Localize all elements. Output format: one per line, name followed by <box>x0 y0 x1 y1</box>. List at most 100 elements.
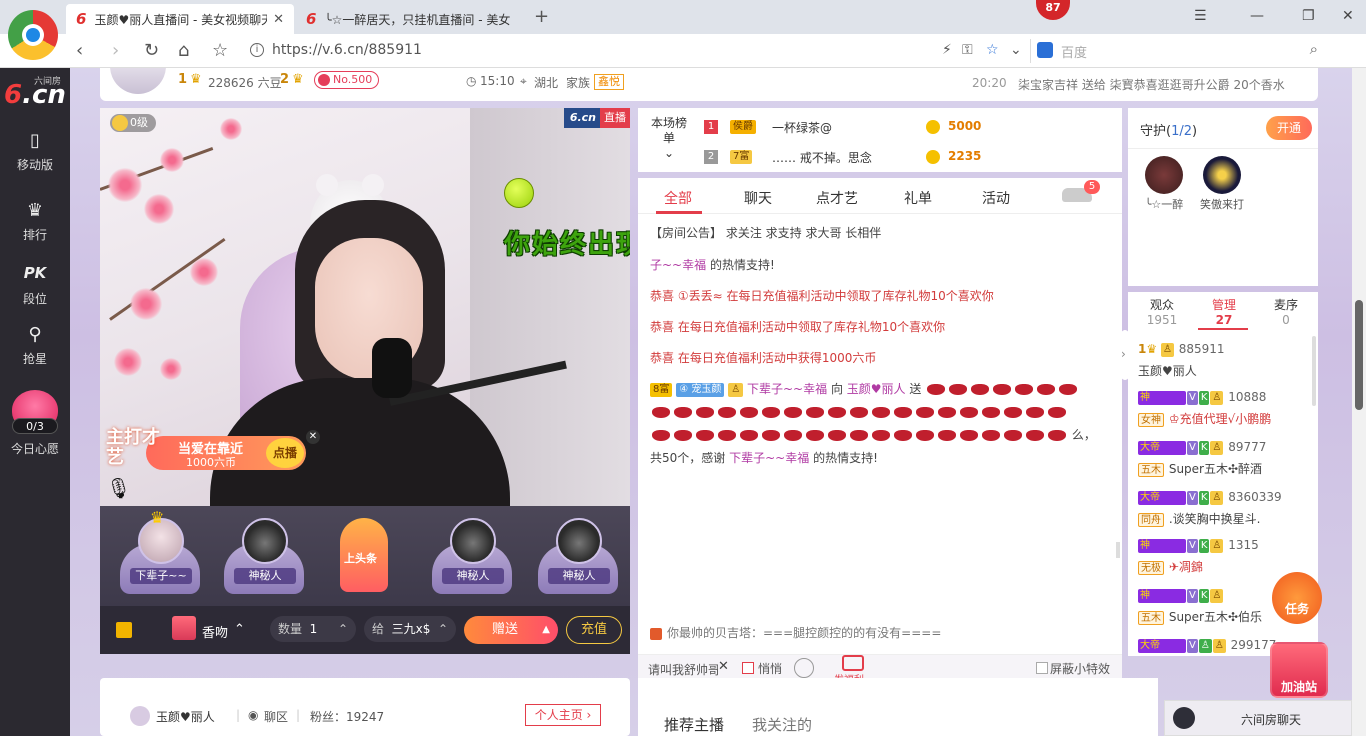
ranking-row[interactable]: 1 侯爵 一杯绿茶@ 5000 <box>704 118 1104 138</box>
back-arrow-icon[interactable]: ‹ <box>76 40 83 61</box>
shield-effects-checkbox[interactable] <box>1036 662 1048 674</box>
triangle-up-icon[interactable]: ▲ <box>542 616 550 644</box>
browser-tab-active[interactable]: 6 玉颜♥丽人直播间 - 美女视频聊天 ✕ <box>66 4 294 34</box>
minimize-button[interactable]: — <box>1250 8 1264 24</box>
lips-icon <box>1048 430 1066 441</box>
seat-4[interactable]: 神秘人 <box>532 514 624 598</box>
ranking-row[interactable]: 2 7富 …… 戒不掉。思念 2235 <box>704 148 1104 168</box>
close-icon[interactable]: ✕ <box>718 659 729 674</box>
lips-icon <box>718 430 736 441</box>
tab-following[interactable]: 我关注的 <box>752 714 812 735</box>
ranking-title[interactable]: 本场榜单 ⌄ <box>648 116 690 161</box>
gas-station-button[interactable]: 加油站 <box>1270 642 1328 698</box>
sidebar-item-mobile[interactable]: ▯ 移动版 <box>0 130 70 173</box>
gift-name[interactable]: 香吻 <box>202 622 228 641</box>
new-tab-button[interactable]: + <box>534 6 549 27</box>
decor-blossom <box>144 194 174 224</box>
sidebar-item-pk[interactable]: PK 段位 <box>0 264 70 307</box>
guard-user[interactable]: ╰☆一醉 <box>1136 156 1192 212</box>
home-icon[interactable]: ⌂ <box>178 40 189 61</box>
tab-chat[interactable]: 聊天 <box>744 188 772 208</box>
favorite-star-icon[interactable]: ☆ <box>986 42 999 58</box>
site-logo[interactable]: 六间房 6.cn <box>4 74 66 114</box>
page-scrollbar[interactable] <box>1352 68 1366 736</box>
chat-target[interactable]: 请叫我舒帅哥 <box>648 661 718 679</box>
chevron-down-icon[interactable]: ⌄ <box>1010 42 1022 58</box>
emoji-icon[interactable] <box>794 658 814 678</box>
url-field[interactable]: https://v.6.cn/885911 <box>272 42 422 58</box>
audience-row[interactable]: 大帝 V K ♙ 89777 五木 Super五木✣醉酒 <box>1138 440 1312 484</box>
audience-row[interactable]: 1♛ ♙ 885911 玉颜♥丽人 <box>1138 342 1312 386</box>
send-gift-button[interactable]: 赠送 ▲ <box>464 616 558 644</box>
personal-home-button[interactable]: 个人主页 › <box>525 704 601 726</box>
host-area[interactable]: 聊区 <box>264 708 288 725</box>
lightning-icon[interactable]: ⚡ <box>942 42 952 58</box>
collapse-panel-button[interactable]: › <box>1116 330 1134 380</box>
tab-admin[interactable]: 管理 27 <box>1194 298 1254 328</box>
sidebar-item-rank[interactable]: ♛ 排行 <box>0 200 70 243</box>
seat-3[interactable]: 神秘人 <box>426 514 518 598</box>
open-guard-button[interactable]: 开通 <box>1266 116 1312 140</box>
headline-button[interactable]: 上头条 <box>340 518 388 592</box>
gift-sender[interactable]: 下辈子~~幸福 <box>729 451 809 465</box>
tab-all[interactable]: 全部 <box>664 188 692 208</box>
charge-button[interactable]: 充值 <box>566 616 622 644</box>
chevron-up-icon[interactable]: ⌃ <box>234 622 245 637</box>
request-song-button[interactable]: 点播 <box>266 438 304 468</box>
quiet-checkbox[interactable] <box>742 662 754 674</box>
guard-user[interactable]: 笑傲来打 <box>1194 156 1250 212</box>
gift-sender[interactable]: 下辈子~~幸福 <box>747 382 827 396</box>
k-badge-icon: K <box>1198 490 1210 505</box>
notification-badge[interactable]: 87 <box>1036 0 1070 20</box>
seat-1[interactable]: ♛ 下辈子~~ <box>114 508 206 598</box>
site-info-icon[interactable]: i <box>250 43 264 57</box>
chat-dock[interactable]: 六间房聊天 <box>1164 700 1352 736</box>
tab-giftlist[interactable]: 礼单 <box>904 188 932 208</box>
menu-icon[interactable]: ☰ <box>1194 8 1207 24</box>
seat-2[interactable]: 神秘人 <box>218 514 310 598</box>
avatar[interactable] <box>130 706 150 726</box>
audience-row[interactable]: 神 V K ♙ 10888 女神 ♔充值代理√小鹏鹏 <box>1138 390 1312 434</box>
sidebar-item-grab[interactable]: ⚲ 抢星 <box>0 324 70 367</box>
chat-scrollbar[interactable] <box>1116 542 1120 558</box>
message-user[interactable]: 子~~幸福 <box>650 258 706 272</box>
key-icon[interactable]: ⚿ <box>962 42 973 58</box>
recipient-select[interactable]: 给 三九x$ ⌃ <box>364 616 456 642</box>
reload-icon[interactable]: ↻ <box>144 40 159 61</box>
close-window-button[interactable]: ✕ <box>1342 8 1354 24</box>
tab-recommended[interactable]: 推荐主播 <box>664 714 724 735</box>
forward-arrow-icon[interactable]: › <box>112 40 119 61</box>
tab-talent[interactable]: 点才艺 <box>816 188 858 208</box>
rank-badge[interactable]: No.500 <box>314 71 380 89</box>
live-video[interactable]: 6.cn直播 0级 你始终出现我梦里 主打才艺 当爱在靠近 1000六币 点播 … <box>100 108 630 506</box>
seat-name: 神秘人 <box>234 568 296 584</box>
task-button[interactable]: 任务 <box>1272 572 1322 624</box>
close-tab-icon[interactable]: ✕ <box>273 12 284 27</box>
browser-tab-inactive[interactable]: 6 ╰☆一醉居天，只挂机直播间 - 美女 <box>296 4 524 34</box>
tab-activity[interactable]: 活动 <box>982 188 1010 208</box>
search-box[interactable]: 百度 ⌕ <box>1030 39 1330 63</box>
bookmark-star-icon[interactable]: ☆ <box>212 40 228 61</box>
gift-icon[interactable] <box>172 616 196 640</box>
search-icon[interactable]: ⌕ <box>1310 40 1318 58</box>
gift-receiver[interactable]: 玉颜♥丽人 <box>847 382 906 396</box>
anchor-avatar[interactable] <box>110 68 166 94</box>
user-name: .谈笑胸中换星斗. <box>1168 512 1261 526</box>
song-request-banner[interactable]: 主打才艺 当爱在靠近 1000六币 点播 <box>106 428 306 474</box>
quantity-select[interactable]: 数量 1 ⌃ <box>270 616 356 642</box>
audience-row[interactable]: 大帝 V K ♙ 8360339 同舟 .谈笑胸中换星斗. <box>1138 490 1312 534</box>
tab-mic-queue[interactable]: 麦序 0 <box>1256 298 1316 328</box>
vip-badge-icon: V <box>1187 538 1198 553</box>
microphone-icon[interactable]: 🎙 <box>106 476 131 500</box>
tab-audience[interactable]: 观众 1951 <box>1132 298 1192 328</box>
restore-button[interactable]: ❐ <box>1302 8 1315 24</box>
live-badge: 6.cn 直播 <box>563 108 630 128</box>
wish-label[interactable]: 今日心愿 <box>0 440 70 457</box>
family-tag[interactable]: 鑫悦 <box>594 74 624 90</box>
backpack-icon[interactable] <box>116 622 132 638</box>
host-name[interactable]: 玉颜♥丽人 <box>156 708 215 725</box>
close-icon[interactable]: ✕ <box>306 430 320 444</box>
noble-badge: 神 <box>1138 390 1186 405</box>
scrollbar-thumb[interactable] <box>1355 300 1363 410</box>
audience-scrollbar[interactable] <box>1312 336 1316 406</box>
